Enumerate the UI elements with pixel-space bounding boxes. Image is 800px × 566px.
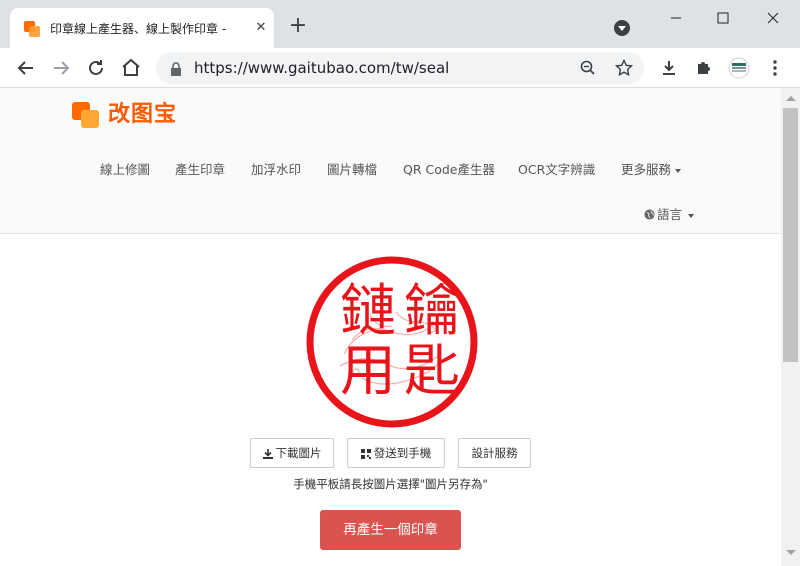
home-icon[interactable]	[119, 56, 143, 80]
send-label: 發送到手機	[373, 446, 432, 460]
reload-icon[interactable]	[84, 56, 108, 80]
minimize-button[interactable]	[666, 8, 686, 28]
url-text[interactable]: https://www.gaitubao.com/tw/seal	[194, 59, 449, 77]
tab-search-icon[interactable]	[614, 20, 630, 36]
maximize-button[interactable]	[713, 8, 733, 28]
seal-char-1: 鑰	[404, 279, 460, 344]
lock-icon[interactable]	[170, 61, 182, 76]
logo-text: 改图宝	[108, 102, 178, 127]
page-scrollbar[interactable]	[781, 88, 800, 566]
seal-char-4: 用	[340, 339, 396, 404]
nav-photo-edit[interactable]: 線上修圖	[100, 159, 150, 178]
forward-arrow-icon[interactable]	[49, 56, 73, 80]
scroll-up-arrow-icon[interactable]	[786, 96, 796, 101]
regenerate-seal-button[interactable]: 再產生一個印章	[320, 510, 461, 550]
design-service-button[interactable]: 設計服務	[458, 438, 531, 468]
send-to-phone-button[interactable]: 發送到手機	[347, 438, 445, 468]
extensions-puzzle-icon[interactable]	[693, 57, 715, 79]
site-logo[interactable]: 改图宝	[72, 100, 196, 130]
back-arrow-icon[interactable]	[14, 56, 38, 80]
nav-seal-generator[interactable]: 產生印章	[175, 159, 225, 178]
nav-image-convert[interactable]: 圖片轉檔	[327, 159, 377, 178]
seal-char-2: 匙	[404, 339, 460, 404]
download-icon[interactable]	[658, 57, 680, 79]
download-label: 下載圖片	[275, 446, 322, 460]
seal-image[interactable]: 鑰 匙 鏈 用	[304, 254, 480, 430]
globe-icon	[644, 209, 655, 220]
save-hint-text: 手機平板請長按圖片選擇"圖片另存為"	[293, 477, 488, 491]
address-bar[interactable]: https://www.gaitubao.com/tw/seal	[156, 52, 644, 84]
download-image-button[interactable]: 下載圖片	[250, 438, 334, 468]
bookmark-star-icon[interactable]	[614, 58, 634, 78]
seal-char-3: 鏈	[340, 279, 396, 344]
logo-mark-icon	[72, 102, 100, 128]
chevron-down-icon	[688, 213, 695, 218]
language-label: 語言	[657, 207, 683, 222]
language-selector[interactable]: 語言	[644, 204, 695, 223]
qrcode-icon	[360, 448, 371, 459]
tab-strip: 印章線上產生器、線上製作印章 - ✕ +	[0, 0, 800, 48]
scroll-down-arrow-icon[interactable]	[786, 550, 796, 555]
tab-title: 印章線上產生器、線上製作印章 -	[50, 22, 227, 36]
site-favicon-icon	[24, 21, 40, 37]
site-header: 改图宝 線上修圖 產生印章 加浮水印 圖片轉檔 QR Code產生器 OCR文字…	[0, 88, 781, 234]
chevron-down-icon	[675, 168, 682, 173]
close-tab-icon[interactable]: ✕	[253, 20, 269, 36]
new-tab-button[interactable]: +	[288, 15, 308, 37]
browser-tab[interactable]: 印章線上產生器、線上製作印章 - ✕	[10, 8, 274, 48]
scrollbar-thumb[interactable]	[783, 108, 798, 362]
profile-avatar-icon[interactable]	[727, 57, 750, 79]
nav-more-services[interactable]: 更多服務	[621, 159, 682, 178]
nav-qrcode[interactable]: QR Code產生器	[403, 159, 495, 178]
zoom-icon[interactable]	[578, 58, 598, 78]
nav-ocr[interactable]: OCR文字辨識	[518, 159, 595, 178]
page-content: 改图宝 線上修圖 產生印章 加浮水印 圖片轉檔 QR Code產生器 OCR文字…	[0, 88, 781, 566]
nav-watermark[interactable]: 加浮水印	[251, 159, 301, 178]
close-window-button[interactable]	[763, 8, 783, 28]
more-menu-icon[interactable]	[764, 57, 786, 79]
browser-toolbar: https://www.gaitubao.com/tw/seal	[0, 48, 800, 88]
download-icon	[262, 448, 273, 459]
